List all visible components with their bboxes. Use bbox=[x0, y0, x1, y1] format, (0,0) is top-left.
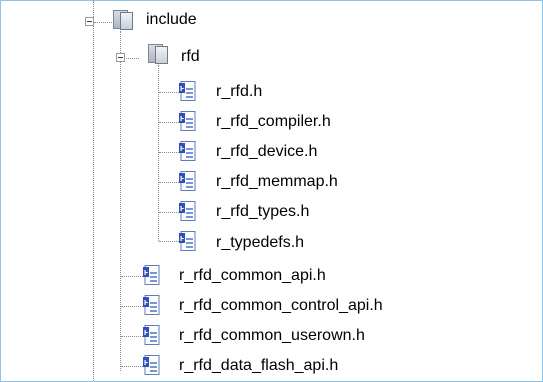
file-label: r_rfd_device.h bbox=[216, 143, 318, 160]
tree-branch-line bbox=[159, 122, 179, 123]
file-label: r_typedefs.h bbox=[216, 234, 305, 251]
tree-branch-line bbox=[159, 182, 179, 183]
header-file-icon bbox=[179, 171, 196, 191]
collapse-toggle-include[interactable] bbox=[85, 17, 94, 26]
header-file-icon bbox=[179, 201, 196, 221]
file-label: r_rfd_common_control_api.h bbox=[179, 297, 383, 314]
collapse-toggle-rfd[interactable] bbox=[116, 53, 125, 62]
header-file-icon bbox=[179, 141, 196, 161]
file-label: r_rfd.h bbox=[216, 83, 263, 100]
header-file-icon bbox=[143, 265, 160, 285]
tree-guide-line bbox=[93, 1, 94, 381]
file-label: r_rfd_compiler.h bbox=[216, 113, 331, 130]
header-file-icon bbox=[179, 231, 196, 251]
tree-branch-line bbox=[121, 306, 143, 307]
tree-branch-line bbox=[159, 212, 179, 213]
tree-branch-line bbox=[159, 92, 179, 93]
folder-icon bbox=[146, 44, 168, 64]
header-file-icon bbox=[179, 111, 196, 131]
tree-branch-line bbox=[94, 22, 112, 23]
file-tree-panel: include rfd r_rfd.h r_rfd_compiler.h r_r… bbox=[0, 0, 543, 382]
tree-branch-line bbox=[159, 241, 179, 242]
folder-label: rfd bbox=[181, 48, 200, 65]
file-label: r_rfd_data_flash_api.h bbox=[179, 357, 339, 374]
folder-icon bbox=[111, 10, 133, 30]
tree-branch-line bbox=[121, 336, 143, 337]
file-label: r_rfd_memmap.h bbox=[216, 173, 338, 190]
tree-branch-line bbox=[121, 276, 143, 277]
folder-label: include bbox=[146, 11, 197, 28]
tree-branch-line bbox=[121, 366, 143, 367]
file-label: r_rfd_types.h bbox=[216, 203, 310, 220]
header-file-icon bbox=[143, 295, 160, 315]
tree-branch-line bbox=[159, 152, 179, 153]
header-file-icon bbox=[179, 81, 196, 101]
file-label: r_rfd_common_api.h bbox=[179, 267, 326, 284]
file-label: r_rfd_common_userown.h bbox=[179, 327, 365, 344]
tree-guide-line bbox=[120, 31, 121, 371]
header-file-icon bbox=[143, 325, 160, 345]
header-file-icon bbox=[143, 355, 160, 375]
